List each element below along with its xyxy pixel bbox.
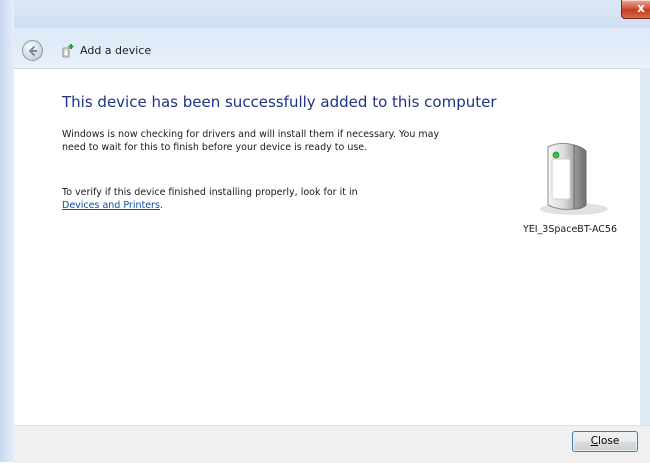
title-bar: x	[14, 0, 650, 28]
add-device-icon	[62, 44, 74, 58]
window-frame-left	[0, 0, 14, 462]
close-button[interactable]: Close	[572, 431, 638, 452]
navigation-bar: Add a device	[14, 28, 650, 68]
window-close-button[interactable]: x	[621, 0, 650, 19]
close-label-mnemonic: C	[590, 435, 599, 447]
footer-bar: Close	[14, 425, 650, 463]
generic-device-icon	[540, 142, 608, 215]
driver-info-text: Windows is now checking for drivers and …	[62, 129, 440, 153]
device-name-label: YEI_3SpaceBT-AC56	[522, 224, 618, 235]
back-arrow-icon	[28, 45, 37, 57]
close-label-rest: lose	[598, 435, 620, 447]
content-area: This device has been successfully added …	[14, 68, 640, 426]
dialog-title: Add a device	[80, 44, 152, 57]
verify-info-text: To verify if this device finished instal…	[62, 187, 462, 212]
success-heading: This device has been successfully added …	[62, 93, 497, 111]
back-button[interactable]	[22, 40, 43, 61]
close-x-icon: x	[637, 1, 645, 15]
devices-and-printers-link[interactable]: Devices and Printers	[62, 200, 160, 211]
verify-text: To verify if this device finished instal…	[62, 187, 358, 198]
add-device-window: x Add a device This device has been succ…	[0, 0, 650, 463]
verify-period: .	[159, 199, 163, 211]
